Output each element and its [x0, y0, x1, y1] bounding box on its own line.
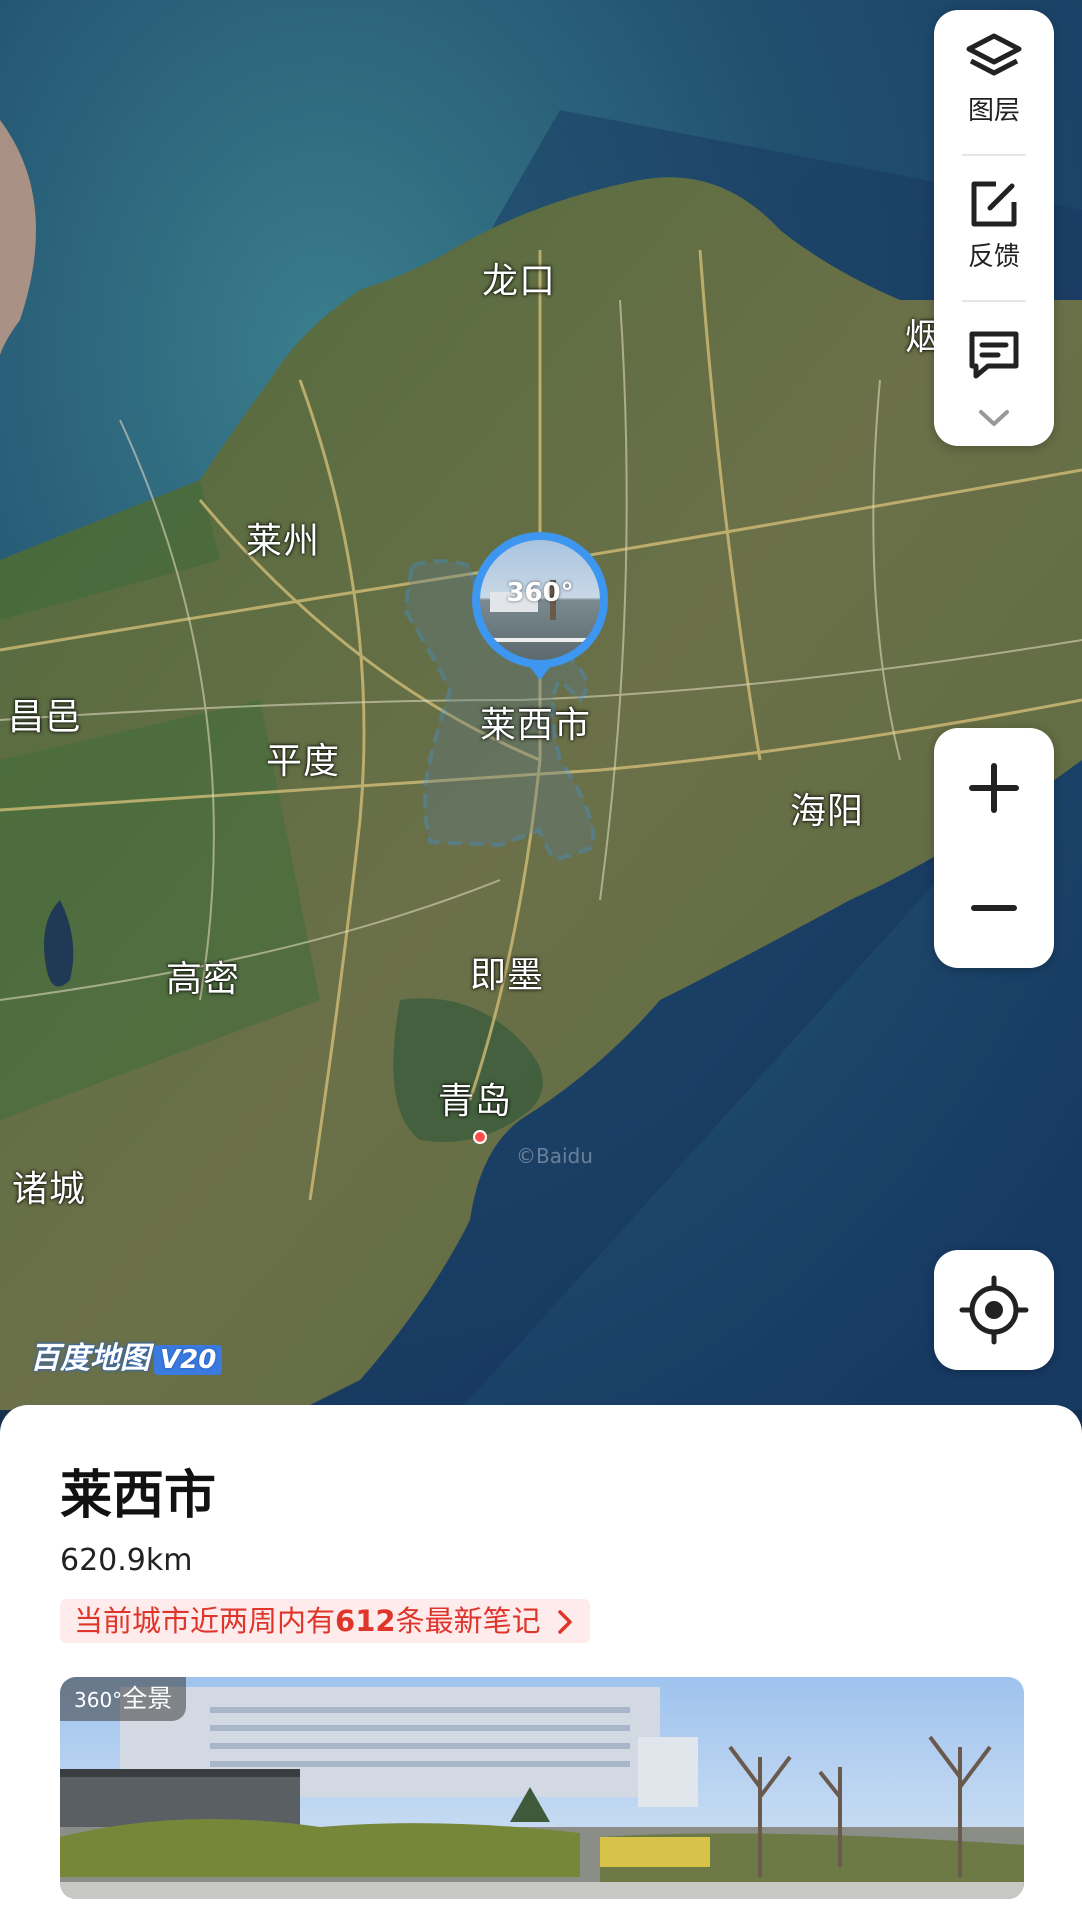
notes-count: 612 [335, 1604, 396, 1638]
layers-icon [966, 33, 1022, 76]
panorama-badge: 360° [506, 578, 574, 608]
map-toolbar: 图层 反馈 [934, 10, 1054, 446]
map-logo: 百度地图 V20 [30, 1333, 223, 1377]
city-label-pingdu[interactable]: 平度 [266, 732, 340, 784]
messages-button[interactable] [934, 328, 1054, 380]
layers-label: 图层 [967, 96, 1020, 126]
zoom-control [934, 728, 1054, 968]
city-label-laizhou[interactable]: 莱州 [246, 512, 320, 564]
panorama-marker[interactable]: 360° [472, 532, 608, 680]
zoom-out-button[interactable] [934, 848, 1054, 968]
city-label-longkou[interactable]: 龙口 [482, 252, 556, 304]
panorama-badge-text: 全景 [122, 1684, 173, 1713]
message-icon [969, 331, 1019, 379]
feedback-button[interactable]: 反馈 [934, 178, 1054, 273]
panorama-image [60, 1677, 1024, 1899]
notes-prefix: 当前城市近两周内有 [74, 1604, 336, 1638]
layers-button[interactable]: 图层 [934, 32, 1054, 127]
city-label-laixi[interactable]: 莱西市 [480, 696, 591, 748]
logo-version: V20 [154, 1345, 223, 1375]
locate-button[interactable] [934, 1250, 1054, 1370]
marker-pointer [526, 662, 554, 680]
city-label-zhucheng[interactable]: 诸城 [12, 1160, 86, 1212]
city-label-haiyang[interactable]: 海阳 [790, 782, 864, 834]
edit-feedback-icon [971, 181, 1017, 227]
panorama-badge-label: 360°全景 [60, 1677, 187, 1721]
plus-icon [969, 763, 1019, 813]
city-label-jimo[interactable]: 即墨 [470, 946, 544, 998]
city-label-changyi[interactable]: 昌邑 [8, 688, 82, 740]
place-info-panel: 莱西市 620.9km 当前城市近两周内有612条最新笔记 360°全景 [0, 1405, 1082, 1923]
notes-suffix: 条最新笔记 [395, 1604, 541, 1638]
panorama-badge-num: 360° [74, 1688, 123, 1712]
toolbar-divider [962, 154, 1026, 156]
place-distance: 620.9km [60, 1543, 193, 1578]
logo-text: 百度地图 [30, 1341, 150, 1376]
notes-link[interactable]: 当前城市近两周内有612条最新笔记 [60, 1599, 590, 1643]
locate-icon [959, 1275, 1029, 1345]
expand-toolbar-button[interactable] [934, 408, 1054, 428]
zoom-in-button[interactable] [934, 728, 1054, 848]
map-view[interactable]: 360° 龙口 烟 莱州 昌邑 平度 莱西市 海阳 高密 即墨 青岛 诸城 ©B… [0, 0, 1082, 1410]
place-title: 莱西市 [60, 1466, 217, 1526]
map-watermark: ©Baidu [516, 1144, 593, 1168]
chevron-right-icon [558, 1610, 572, 1634]
chevron-down-icon [979, 410, 1009, 426]
city-label-gaomi[interactable]: 高密 [166, 950, 240, 1002]
minus-icon [971, 905, 1017, 911]
panorama-photo[interactable]: 360°全景 [60, 1677, 1024, 1899]
feedback-label: 反馈 [967, 242, 1020, 272]
city-label-qingdao[interactable]: 青岛 [438, 1072, 512, 1124]
toolbar-divider [962, 300, 1026, 302]
